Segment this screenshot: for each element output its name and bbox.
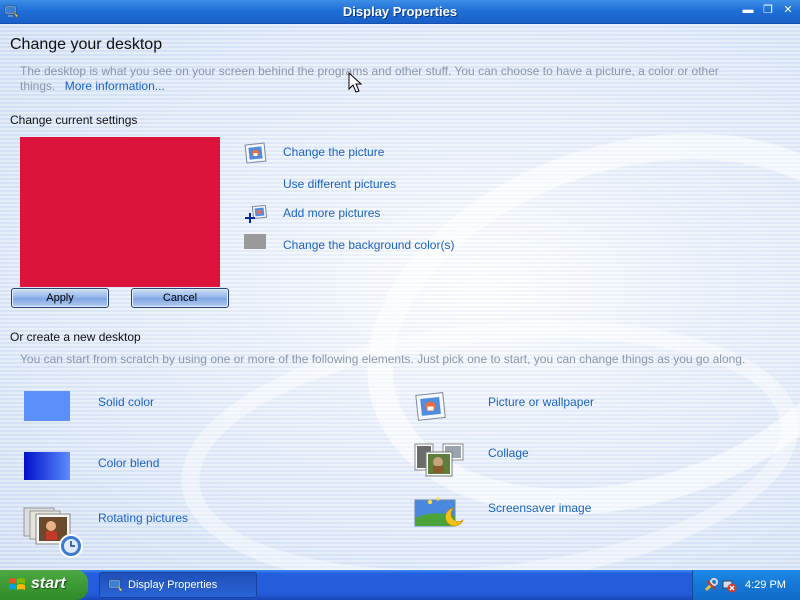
add-more-pictures-link[interactable]: Add more pictures (283, 206, 380, 220)
display-properties-task-icon (108, 579, 122, 591)
color-blend-link[interactable]: Color blend (98, 456, 159, 470)
create-desktop-heading: Or create a new desktop (10, 330, 141, 344)
tray-network-disconnected-icon[interactable] (721, 577, 737, 593)
restore-button[interactable]: ❐ (761, 4, 775, 18)
collage-icon (414, 443, 464, 477)
clock[interactable]: 4:29 PM (745, 579, 786, 591)
system-tray: 4:29 PM (692, 570, 800, 600)
taskbar: start Display Properties 4:29 PM (0, 570, 800, 600)
screensaver-image-icon (414, 497, 464, 527)
more-information-link[interactable]: More information... (65, 79, 165, 93)
mouse-pointer-icon (348, 72, 363, 93)
rotating-pictures-icon (23, 507, 83, 558)
collage-link[interactable]: Collage (488, 446, 529, 460)
picture-icon (244, 142, 267, 164)
windows-logo-icon (9, 578, 25, 590)
intro-text: The desktop is what you see on your scre… (20, 64, 740, 94)
picture-wallpaper-icon (415, 392, 446, 421)
cancel-button[interactable]: Cancel (131, 288, 229, 308)
minimize-button[interactable]: ▬ (741, 4, 755, 18)
create-desktop-subtitle: You can start from scratch by using one … (20, 352, 746, 366)
use-different-pictures-link[interactable]: Use different pictures (283, 177, 396, 191)
close-button[interactable]: ✕ (781, 4, 795, 18)
change-background-color-link[interactable]: Change the background color(s) (283, 238, 454, 252)
color-blend-swatch-icon (24, 452, 70, 480)
add-pictures-icon (245, 205, 268, 223)
start-button[interactable]: start (0, 570, 88, 600)
page-title: Change your desktop (10, 36, 163, 53)
taskbar-item-display-properties[interactable]: Display Properties (99, 572, 257, 598)
window-title: Display Properties (342, 4, 458, 19)
solid-color-link[interactable]: Solid color (98, 395, 154, 409)
title-bar[interactable]: Display Properties ▬ ❐ ✕ (0, 0, 800, 24)
screensaver-image-link[interactable]: Screensaver image (488, 501, 591, 515)
rotating-pictures-link[interactable]: Rotating pictures (98, 511, 188, 525)
solid-color-swatch-icon (24, 391, 70, 421)
picture-or-wallpaper-link[interactable]: Picture or wallpaper (488, 395, 594, 409)
taskbar-item-label: Display Properties (128, 579, 218, 591)
background-color-icon (244, 234, 266, 249)
apply-button[interactable]: Apply (11, 288, 109, 308)
tray-tools-icon[interactable] (703, 577, 719, 593)
current-settings-heading: Change current settings (10, 113, 138, 127)
start-label: start (31, 575, 66, 592)
content-area: Change your desktop The desktop is what … (0, 24, 800, 570)
change-picture-link[interactable]: Change the picture (283, 145, 384, 159)
desktop-preview (20, 137, 220, 287)
